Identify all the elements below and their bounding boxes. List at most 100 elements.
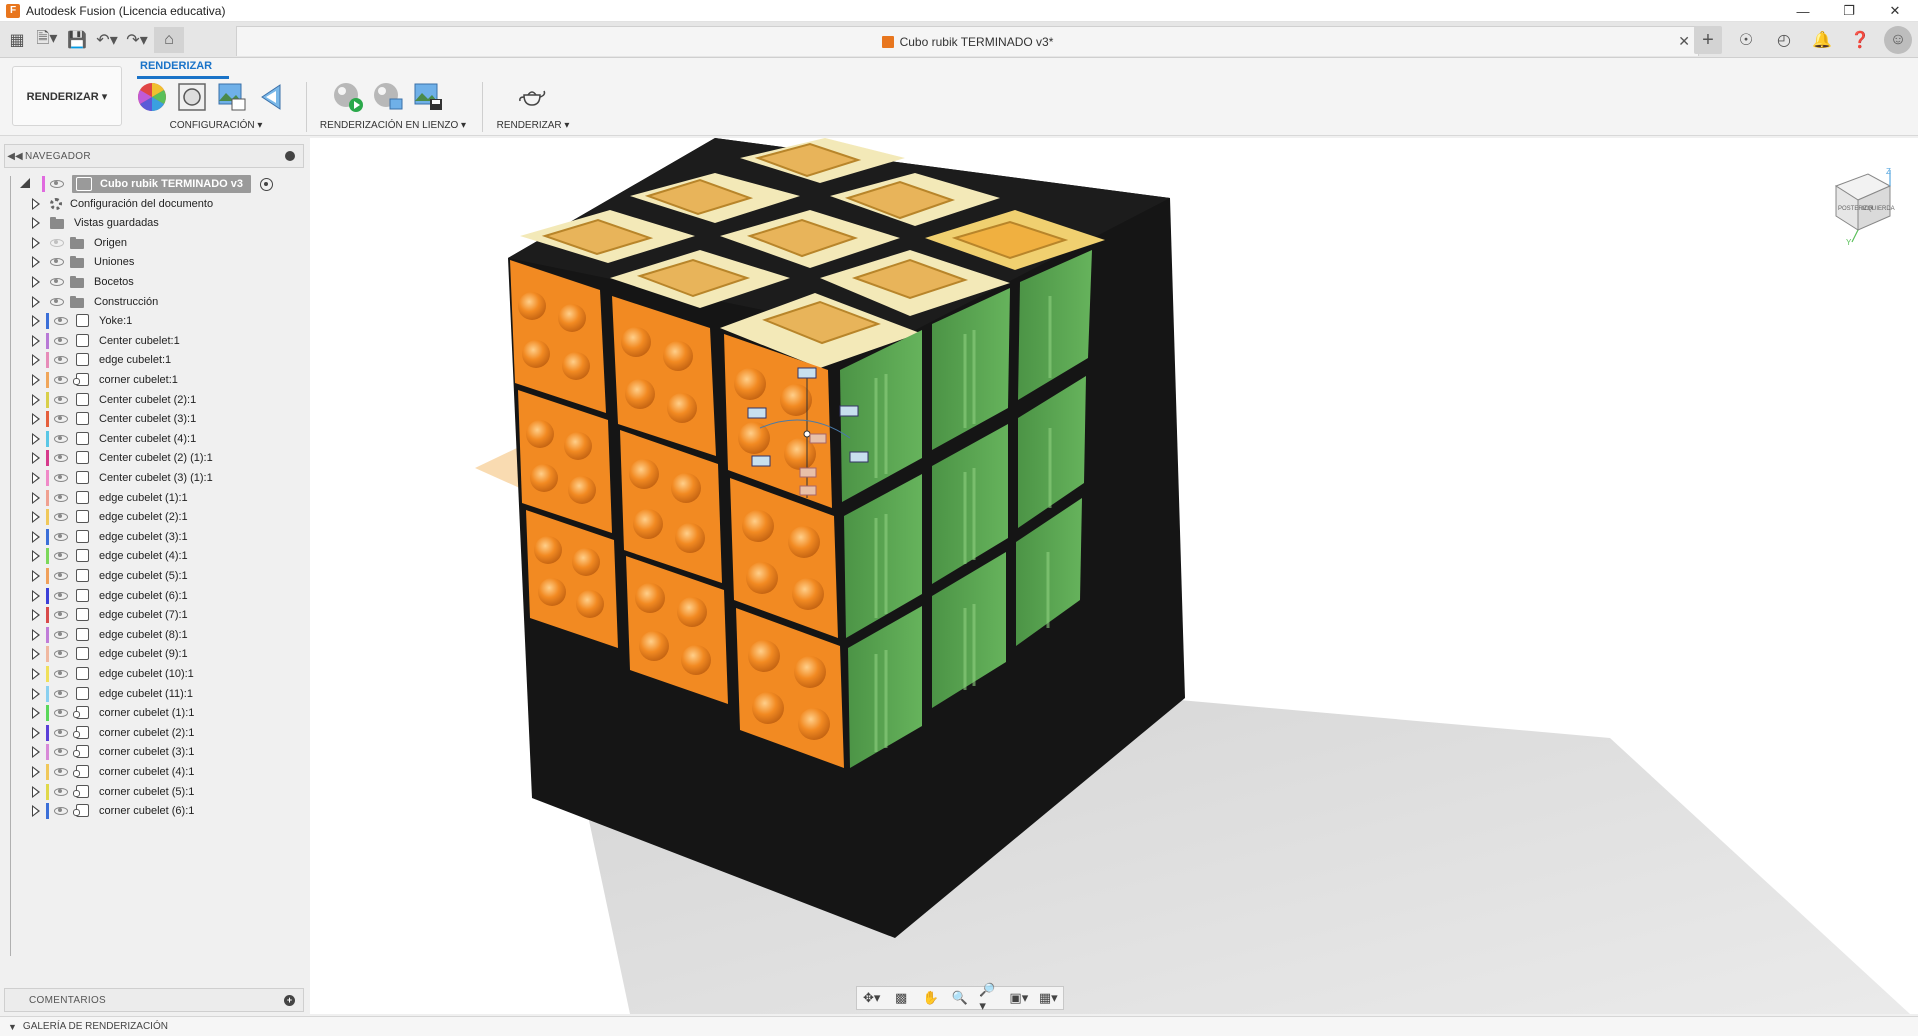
component-row[interactable]: edge cubelet (6):1 — [4, 586, 304, 606]
visibility-eye-icon[interactable] — [54, 317, 68, 326]
component-row[interactable]: Center cubelet (4):1 — [4, 429, 304, 449]
expand-arrow-icon[interactable] — [32, 256, 40, 269]
close-tab-icon[interactable]: ✕ — [1678, 33, 1690, 50]
expand-arrow-icon[interactable] — [32, 217, 40, 230]
file-menu-icon[interactable]: 🗎▾ — [34, 27, 60, 53]
visibility-eye-icon[interactable] — [54, 650, 68, 659]
expand-arrow-icon[interactable] — [32, 374, 40, 386]
configuracion-label[interactable]: CONFIGURACIÓN ▾ — [136, 120, 296, 131]
expand-arrow-icon[interactable] — [32, 295, 40, 308]
grid-settings-icon[interactable]: ▦▾ — [1038, 989, 1058, 1007]
visibility-eye-icon[interactable] — [54, 454, 68, 463]
visibility-eye-icon[interactable] — [54, 670, 68, 678]
expand-arrow-icon[interactable] — [32, 315, 40, 328]
component-row[interactable]: edge cubelet (5):1 — [4, 566, 304, 586]
visibility-eye-icon[interactable] — [54, 493, 68, 502]
visibility-eye-icon[interactable] — [54, 768, 68, 776]
pan-hand-icon[interactable]: ✋ — [921, 989, 941, 1007]
visibility-eye-icon[interactable] — [54, 611, 68, 620]
data-panel-grid-icon[interactable]: ▦ — [4, 27, 30, 53]
expand-arrow-icon[interactable] — [32, 687, 40, 700]
visibility-eye-icon[interactable] — [50, 258, 64, 267]
orbit-icon[interactable]: ✥▾ — [862, 989, 882, 1007]
activate-radio-icon[interactable] — [260, 178, 273, 191]
render-teapot-icon[interactable] — [516, 81, 548, 113]
visibility-eye-icon[interactable] — [50, 297, 64, 306]
component-row[interactable]: edge cubelet (4):1 — [4, 546, 304, 566]
expand-arrow-icon[interactable] — [32, 668, 40, 680]
component-row[interactable]: corner cubelet (3):1 — [4, 742, 304, 762]
visibility-eye-icon[interactable] — [54, 748, 68, 757]
look-at-icon[interactable]: ▩ — [891, 989, 911, 1007]
expand-arrow-icon[interactable] — [32, 236, 40, 249]
component-row[interactable]: Yoke:1 — [4, 311, 304, 331]
visibility-eye-icon[interactable] — [54, 356, 68, 365]
document-tab[interactable]: Cubo rubik TERMINADO v3* ✕ — [236, 26, 1699, 56]
component-row[interactable]: edge cubelet (10):1 — [4, 664, 304, 684]
job-status-icon[interactable]: ◴ — [1770, 26, 1798, 54]
visibility-eye-icon[interactable] — [54, 689, 68, 698]
tree-row[interactable]: Construcción — [4, 292, 304, 312]
view-cube[interactable]: POSTERIOR IZQUIERDA Z Y — [1818, 166, 1898, 246]
visibility-eye-icon[interactable] — [54, 376, 68, 384]
visibility-eye-icon[interactable] — [54, 552, 68, 561]
tree-row[interactable]: Vistas guardadas — [4, 213, 304, 233]
visibility-eye-icon[interactable] — [54, 728, 68, 737]
visibility-eye-icon[interactable] — [50, 180, 64, 188]
render-settings-icon[interactable] — [372, 81, 404, 113]
user-avatar-icon[interactable]: ☺ — [1884, 26, 1912, 54]
expand-arrow-icon[interactable] — [32, 491, 40, 504]
expand-arrow-icon[interactable] — [32, 550, 40, 563]
expand-arrow-icon[interactable] — [32, 413, 40, 426]
extensions-icon[interactable]: ☉ — [1732, 26, 1760, 54]
render-label[interactable]: RENDERIZAR ▾ — [492, 120, 574, 131]
notifications-bell-icon[interactable]: 🔔 — [1808, 26, 1836, 54]
visibility-eye-icon[interactable] — [54, 807, 68, 816]
redo-icon[interactable]: ↷▾ — [124, 27, 150, 53]
component-row[interactable]: corner cubelet (4):1 — [4, 762, 304, 782]
visibility-eye-icon[interactable] — [54, 434, 68, 443]
expand-arrow-icon[interactable] — [32, 746, 40, 759]
expand-arrow-icon[interactable] — [32, 707, 40, 720]
expand-arrow-icon[interactable] — [32, 354, 40, 367]
expand-arrow-icon[interactable] — [32, 530, 40, 543]
capture-image-icon[interactable] — [412, 81, 444, 113]
component-row[interactable]: Center cubelet:1 — [4, 331, 304, 351]
visibility-eye-icon[interactable] — [54, 336, 68, 345]
new-tab-plus-icon[interactable]: + — [1694, 26, 1722, 54]
component-row[interactable]: edge cubelet (9):1 — [4, 644, 304, 664]
root-component[interactable]: Cubo rubik TERMINADO v3 — [72, 175, 252, 193]
save-icon[interactable]: 💾 — [64, 27, 90, 53]
tree-row[interactable]: Configuración del documento — [4, 194, 304, 214]
expand-arrow-icon[interactable] — [32, 472, 40, 484]
expand-arrow-icon[interactable] — [32, 393, 40, 406]
visibility-eye-icon[interactable] — [54, 513, 68, 522]
expand-arrow-icon[interactable] — [32, 609, 40, 622]
tree-row[interactable]: Origen — [4, 233, 304, 253]
navigator-options-icon[interactable] — [285, 151, 295, 161]
expand-arrow-icon[interactable] — [32, 276, 40, 288]
visibility-eye-icon[interactable] — [54, 591, 68, 600]
decal-icon[interactable] — [256, 81, 288, 113]
component-row[interactable]: edge cubelet (3):1 — [4, 527, 304, 547]
restore-button[interactable]: ❐ — [1826, 0, 1872, 22]
add-comment-icon[interactable]: + — [284, 995, 295, 1006]
undo-icon[interactable]: ↶▾ — [94, 27, 120, 53]
component-row[interactable]: Center cubelet (2) (1):1 — [4, 448, 304, 468]
texture-map-icon[interactable] — [216, 81, 248, 113]
help-icon[interactable]: ❓ — [1846, 26, 1874, 54]
component-row[interactable]: Center cubelet (3):1 — [4, 409, 304, 429]
collapse-navigator-icon[interactable]: ◀◀ — [5, 151, 25, 162]
display-settings-icon[interactable]: ▣▾ — [1009, 989, 1029, 1007]
minimize-button[interactable]: — — [1780, 0, 1826, 22]
visibility-eye-icon[interactable] — [54, 474, 68, 482]
expand-arrow-icon[interactable] — [32, 432, 40, 445]
home-icon[interactable]: ⌂ — [154, 27, 184, 53]
in-canvas-render-label[interactable]: RENDERIZACIÓN EN LIENZO ▾ — [318, 120, 468, 131]
visibility-eye-icon[interactable] — [54, 395, 68, 404]
in-canvas-render-icon[interactable] — [332, 81, 364, 113]
expand-arrow-icon[interactable] — [32, 511, 40, 524]
workspace-switcher-button[interactable]: RENDERIZAR ▾ — [12, 66, 122, 126]
component-row[interactable]: edge cubelet (11):1 — [4, 684, 304, 704]
tab-renderizar[interactable]: RENDERIZAR — [140, 60, 212, 72]
